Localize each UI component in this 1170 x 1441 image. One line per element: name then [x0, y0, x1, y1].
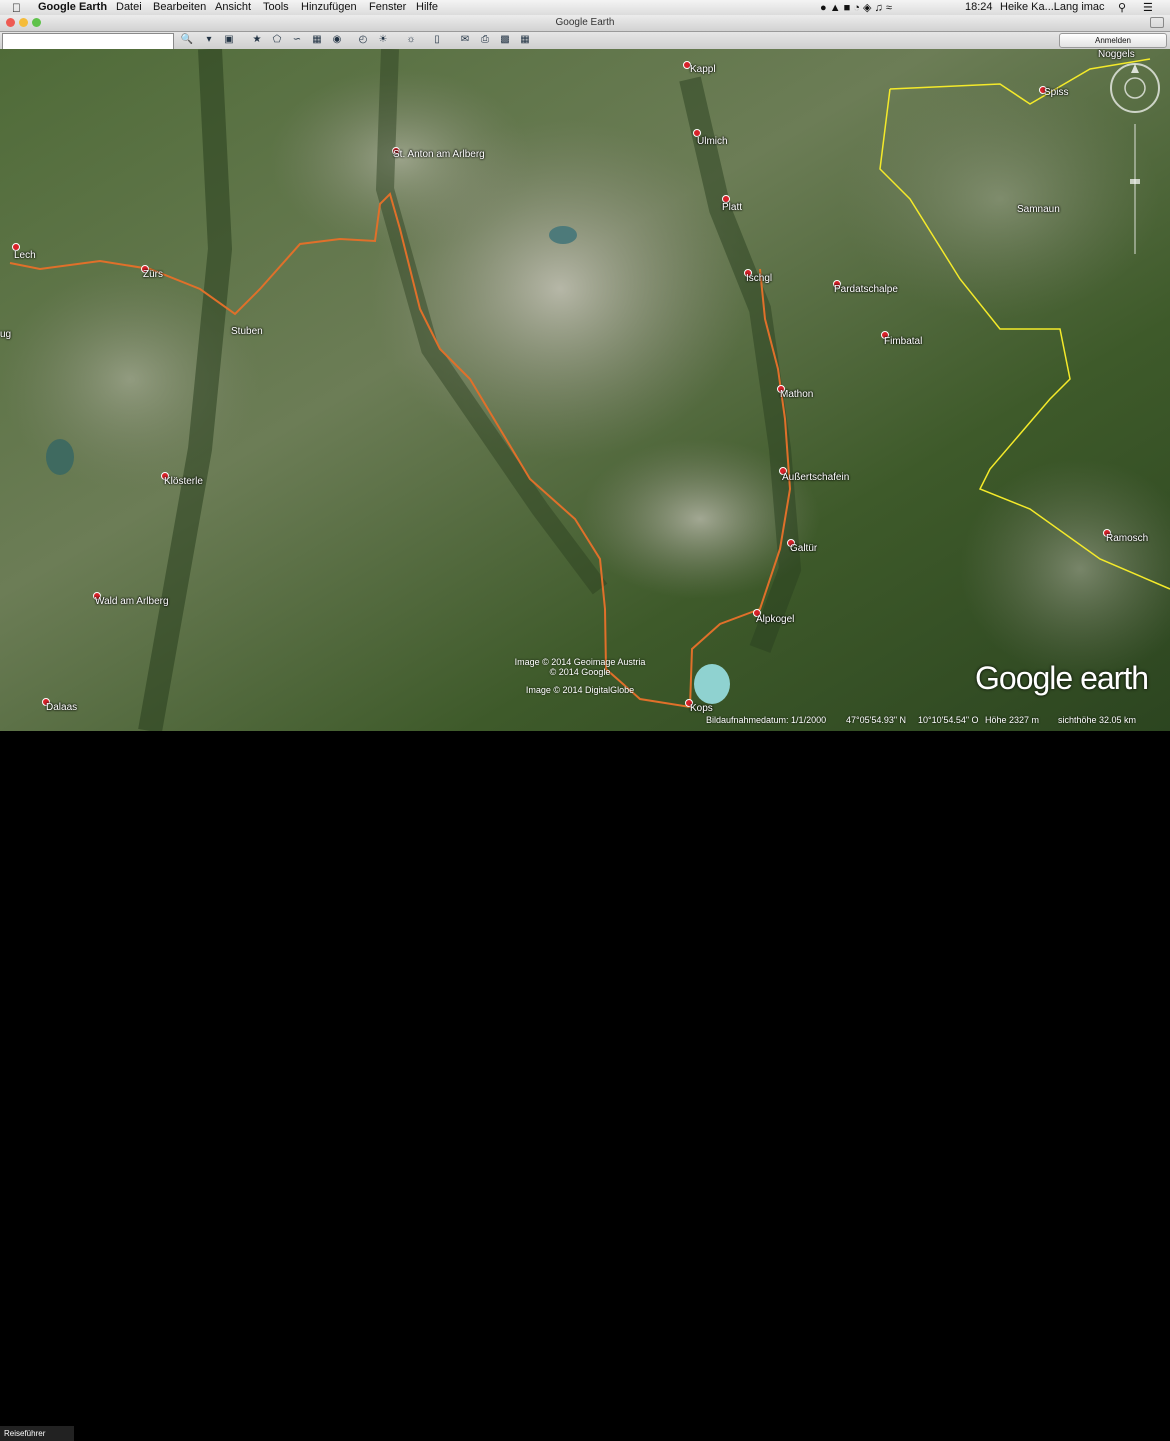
- lake: [549, 226, 577, 244]
- maps-icon[interactable]: ▦: [518, 33, 532, 46]
- place-label-spiss[interactable]: Spiss: [1044, 87, 1068, 98]
- status-bar: Reiseführer Bildaufnahmedatum: 1/1/2000 …: [0, 713, 1170, 1441]
- menu-hinzufuegen[interactable]: Hinzufügen: [301, 1, 357, 13]
- place-label-lech[interactable]: Lech: [14, 250, 36, 261]
- menu-hilfe[interactable]: Hilfe: [416, 1, 438, 13]
- place-label-noggels[interactable]: Noggels: [1098, 49, 1135, 60]
- clock[interactable]: 18:24: [965, 1, 993, 13]
- planets-icon[interactable]: ☼: [404, 33, 418, 46]
- record-tour-icon[interactable]: ◉: [330, 33, 344, 46]
- copyright-line: Image © 2014 Geoimage Austria: [514, 657, 646, 667]
- polygon-icon[interactable]: ⬠: [270, 33, 284, 46]
- place-label-ulmich[interactable]: Ulmich: [697, 136, 728, 147]
- window-titlebar: Google Earth: [0, 15, 1170, 32]
- app-menu[interactable]: Google Earth: [38, 1, 107, 13]
- signin-button[interactable]: Anmelden: [1059, 33, 1167, 48]
- menu-tools[interactable]: Tools: [263, 1, 289, 13]
- place-label-galtur[interactable]: Galtür: [790, 543, 817, 554]
- copyright-line: Image © 2014 DigitalGlobe: [525, 685, 635, 695]
- search-input[interactable]: [2, 33, 174, 50]
- place-label-ug[interactable]: ug: [0, 329, 11, 340]
- navigation-compass-icon[interactable]: [1108, 61, 1162, 115]
- search-icon[interactable]: ⚲: [1118, 1, 1126, 14]
- sunlight-icon[interactable]: ☀: [376, 33, 390, 46]
- place-label-fimbatal[interactable]: Fimbatal: [884, 336, 922, 347]
- toolbar: 🔍 ▾ ▣ ★ ⬠ ∽ ▦ ◉ ◴ ☀ ☼ ▯ ✉ ⎙ ▩ ▦ Anmelden: [0, 32, 1170, 50]
- place-label-wald[interactable]: Wald am Arlberg: [95, 596, 169, 607]
- menu-datei[interactable]: Datei: [116, 1, 142, 13]
- notifications-icon[interactable]: ☰: [1143, 1, 1153, 14]
- historical-imagery-icon[interactable]: ◴: [356, 33, 370, 46]
- google-earth-logo: Google earth: [975, 660, 1149, 696]
- longitude: 10°10'54.54" O: [918, 715, 979, 725]
- copyright-line: © 2014 Google: [549, 667, 611, 677]
- path-icon[interactable]: ∽: [290, 33, 304, 46]
- lake: [46, 439, 74, 475]
- save-image-icon[interactable]: ▩: [498, 33, 512, 46]
- place-label-pardatschalpe[interactable]: Pardatschalpe: [834, 284, 898, 295]
- place-label-ischgl[interactable]: Ischgl: [746, 273, 772, 284]
- close-icon[interactable]: [6, 18, 15, 27]
- tour-guide-button[interactable]: Reiseführer: [0, 1426, 74, 1441]
- place-label-platt[interactable]: Platt: [722, 202, 742, 213]
- place-label-st-anton[interactable]: St. Anton am Arlberg: [393, 149, 485, 160]
- search-button-icon[interactable]: 🔍: [180, 33, 194, 46]
- dropdown-icon[interactable]: ▾: [202, 33, 216, 46]
- ruler-icon[interactable]: ▯: [430, 33, 444, 46]
- place-label-samnaun[interactable]: Samnaun: [1017, 204, 1060, 215]
- zoom-slider[interactable]: [1130, 124, 1140, 254]
- place-label-ramosch[interactable]: Ramosch: [1106, 533, 1148, 544]
- email-icon[interactable]: ✉: [458, 33, 472, 46]
- print-icon[interactable]: ⎙: [478, 33, 492, 46]
- minimize-icon[interactable]: [19, 18, 28, 27]
- terrain-imagery: [0, 49, 1170, 731]
- sidebar-toggle-icon[interactable]: ▣: [222, 33, 236, 46]
- apple-menu-icon[interactable]: : [12, 1, 21, 15]
- menu-bar:  Google Earth Datei Bearbeiten Ansicht …: [0, 0, 1170, 16]
- place-label-alpkogel[interactable]: Alpkogel: [756, 614, 794, 625]
- eye-altitude: sichthöhe 32.05 km: [1058, 715, 1137, 725]
- placemark-icon[interactable]: ★: [250, 33, 264, 46]
- map-view[interactable]: Kappl Ulmich St. Anton am Arlberg Platt …: [0, 49, 1170, 731]
- elevation: Höhe 2327 m: [985, 715, 1040, 725]
- status-icons[interactable]: ● ▲ ■ ◔ ◈ ♫ ≈: [820, 1, 892, 14]
- place-label-dalaas[interactable]: Dalaas: [46, 702, 77, 713]
- zoom-slider-handle[interactable]: [1130, 179, 1140, 184]
- place-label-aussertschafein[interactable]: Außertschafein: [782, 472, 849, 483]
- place-label-zurs[interactable]: Zürs: [143, 269, 163, 280]
- place-label-kappl[interactable]: Kappl: [690, 64, 716, 75]
- window-title: Google Earth: [555, 17, 615, 28]
- fullscreen-icon[interactable]: [1150, 17, 1164, 28]
- latitude: 47°05'54.93" N: [846, 715, 907, 725]
- zoom-icon[interactable]: [32, 18, 41, 27]
- tour-guide-label: Reiseführer: [4, 1429, 46, 1438]
- place-label-stuben[interactable]: Stuben: [231, 326, 263, 337]
- menu-fenster[interactable]: Fenster: [369, 1, 406, 13]
- overlay-icon[interactable]: ▦: [310, 33, 324, 46]
- menu-bearbeiten[interactable]: Bearbeiten: [153, 1, 206, 13]
- imagery-date: Bildaufnahmedatum: 1/1/2000: [706, 715, 827, 725]
- menu-ansicht[interactable]: Ansicht: [215, 1, 251, 13]
- kops-reservoir: [694, 664, 730, 704]
- user-menu[interactable]: Heike Ka...Lang imac: [1000, 1, 1105, 13]
- place-label-klosterle[interactable]: Klösterle: [164, 476, 203, 487]
- place-label-mathon[interactable]: Mathon: [780, 389, 813, 400]
- imagery-copyright: Image © 2014 Geoimage Austria © 2014 Goo…: [500, 657, 660, 695]
